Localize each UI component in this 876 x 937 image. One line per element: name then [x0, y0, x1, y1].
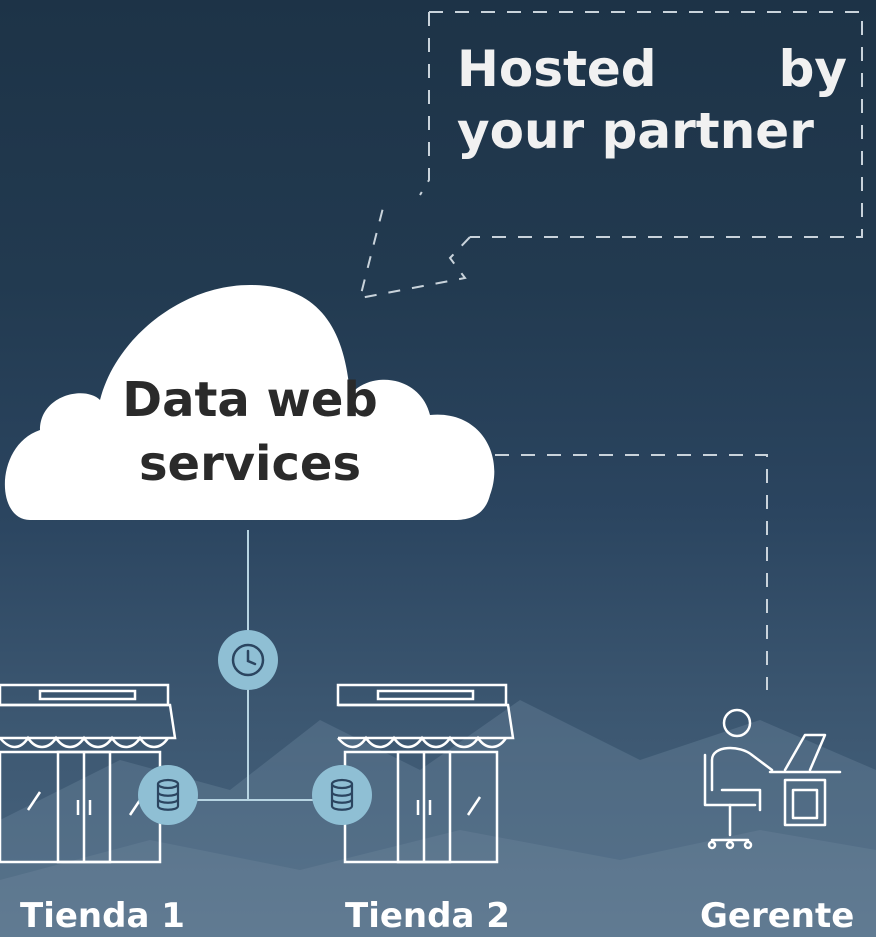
manager-connector	[495, 454, 768, 690]
database-icon-1	[138, 765, 198, 825]
store-1-label: Tienda 1	[20, 896, 185, 936]
clock-icon	[218, 630, 278, 690]
store-2-label: Tienda 2	[345, 896, 510, 936]
manager-label: Gerente	[700, 896, 855, 936]
database-icon-2	[312, 765, 372, 825]
callout-arrow	[358, 199, 471, 300]
callout-text: Hosted by your partner	[457, 40, 847, 160]
cloud-label: Data web services	[122, 372, 378, 492]
